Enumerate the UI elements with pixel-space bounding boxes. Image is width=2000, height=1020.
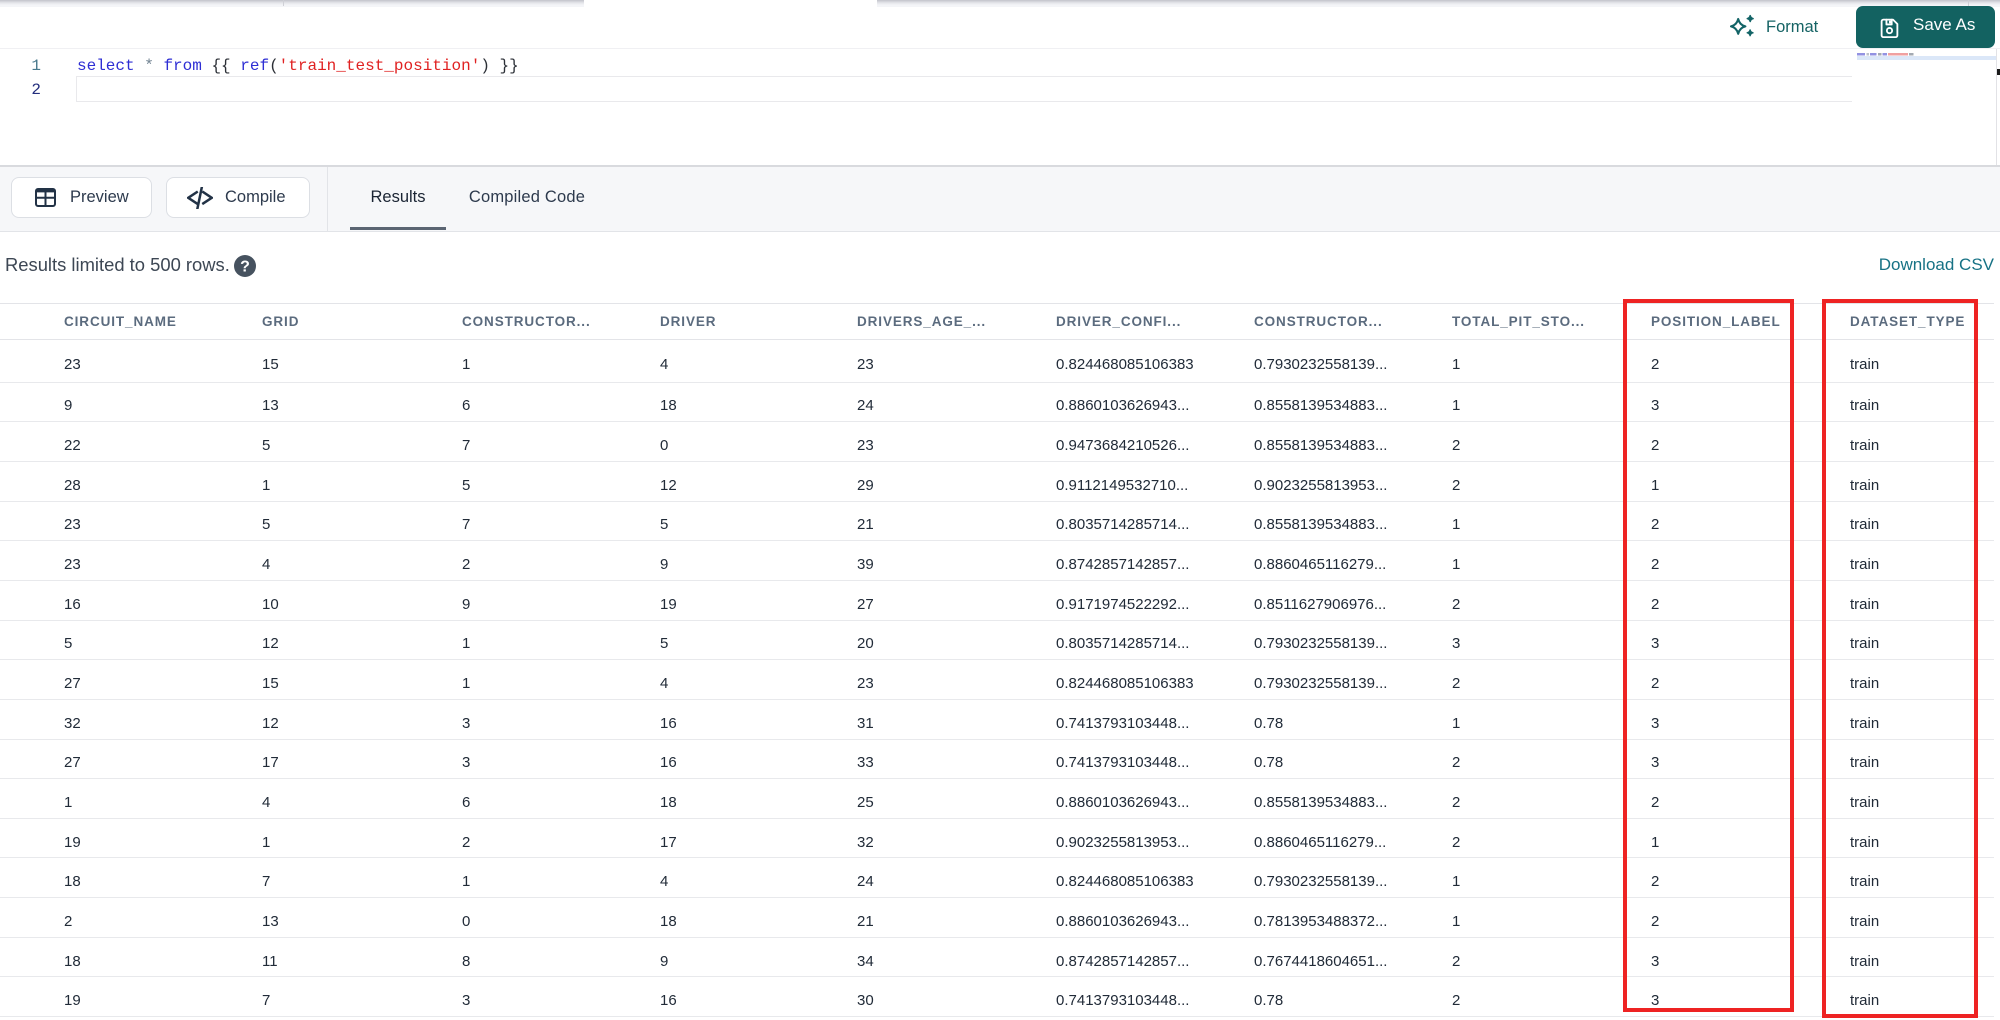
svg-text:?: ? [240,259,250,276]
